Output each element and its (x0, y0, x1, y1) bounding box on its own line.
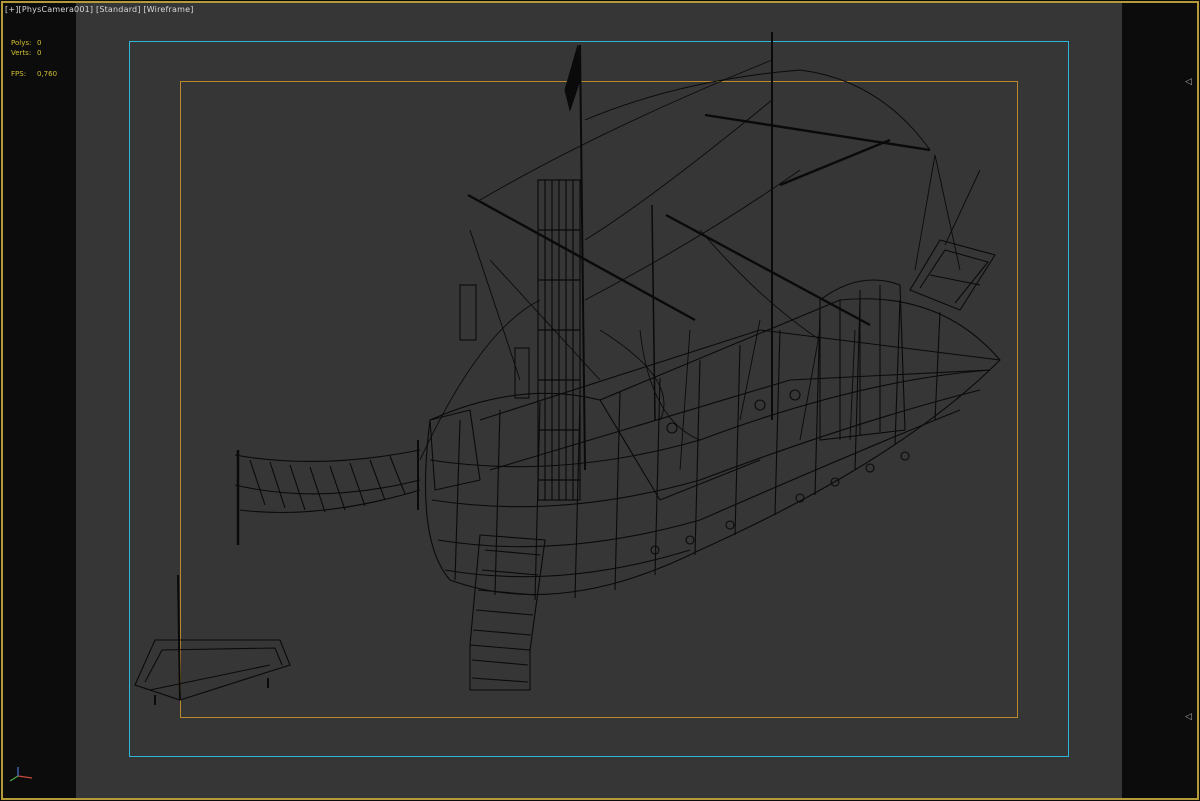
ship-wireframe-scene (134, 32, 1001, 705)
arrow-left-icon[interactable]: ◁ (1185, 78, 1192, 87)
viewport[interactable]: [+][PhysCamera001] [Standard] [Wireframe… (0, 0, 1200, 801)
small-boat (134, 574, 291, 705)
axis-gizmo-icon (9, 767, 33, 782)
hanging-rowboat (909, 239, 996, 311)
hull-grid (454, 299, 941, 601)
arrow-left-icon[interactable]: ◁ (1185, 713, 1192, 722)
gangway-plank (469, 534, 546, 691)
bow-deck (429, 409, 481, 491)
yards (467, 113, 931, 327)
ship-hull (424, 298, 1001, 596)
rope-bridge (234, 440, 421, 545)
portholes (650, 389, 910, 555)
main-mast (537, 179, 581, 501)
pirate-flag (564, 44, 581, 112)
